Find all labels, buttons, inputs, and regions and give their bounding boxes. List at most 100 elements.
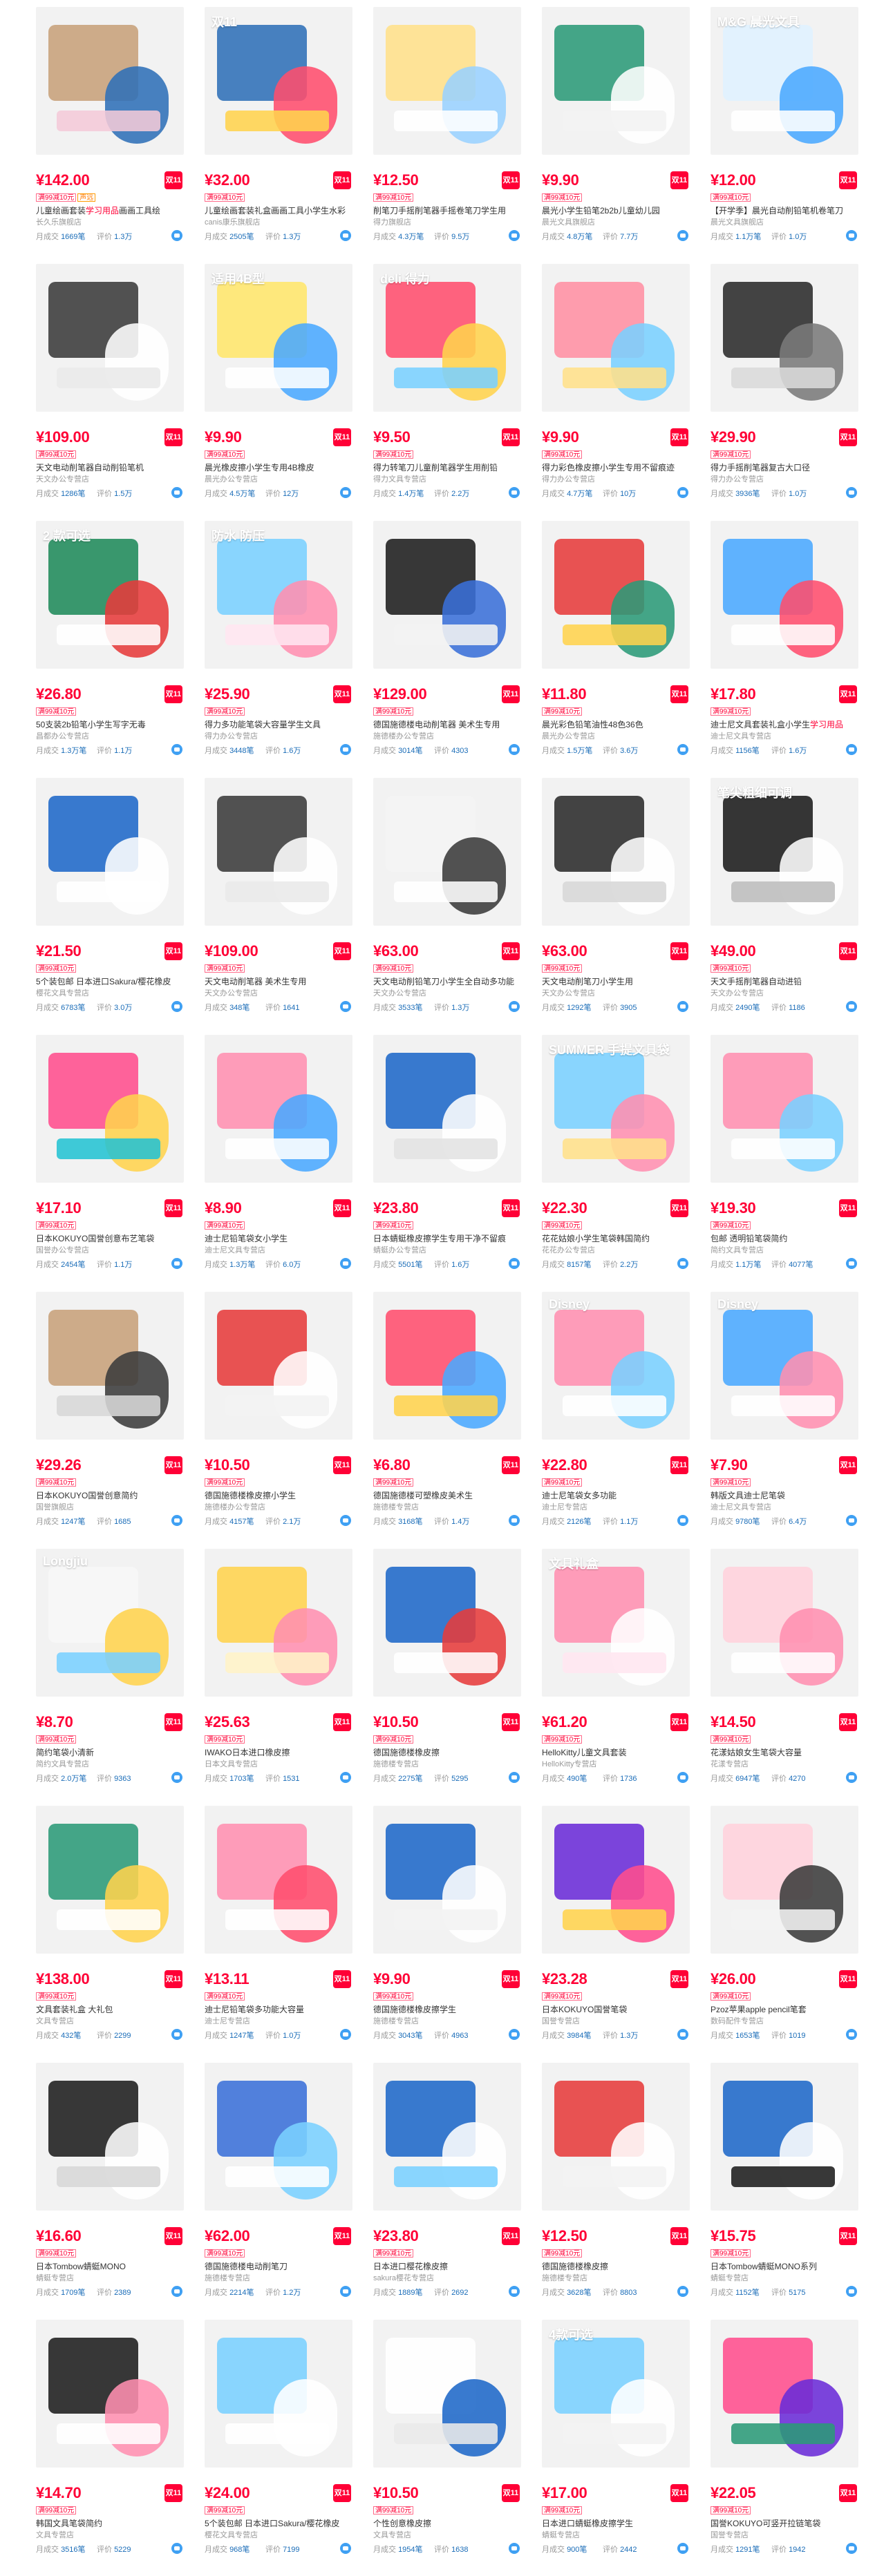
product-image[interactable]: [373, 778, 521, 926]
product-card[interactable]: ¥109.00 双11 满99减10元 天文电动削笔器自动削铅笔机 天文办公专营店 月成交…: [36, 257, 202, 514]
product-title[interactable]: 日本进口蜻蜓橡皮擦学生: [542, 2519, 690, 2529]
shop-name[interactable]: 晨光办公专营店: [542, 732, 690, 741]
product-title[interactable]: 天文电动削铅笔刀小学生全自动多功能: [373, 977, 521, 987]
shop-name[interactable]: 文具专营店: [373, 2530, 521, 2540]
chat-icon[interactable]: [171, 2543, 182, 2554]
product-card[interactable]: ¥109.00 双11 满99减10元 天文电动削笔器 美术生专用 天文办公专营店 月成交…: [205, 771, 370, 1028]
chat-icon[interactable]: [677, 1001, 688, 1012]
chat-icon[interactable]: [340, 2543, 351, 2554]
product-title[interactable]: 50支装2b铅笔小学生写字无毒: [36, 720, 184, 730]
product-image[interactable]: 笔尖粗细可调: [711, 778, 858, 926]
product-title[interactable]: 日本Tombow蜻蜓MONO系列: [711, 2262, 858, 2272]
product-card[interactable]: ¥26.00 双11 满99减10元 Pzoz苹果apple pencil笔套 数码配件…: [711, 1799, 875, 2056]
chat-icon[interactable]: [340, 1515, 351, 1526]
product-title[interactable]: 文具套装礼盒 大礼包: [36, 2005, 184, 2015]
product-title[interactable]: 天文手摇削笔器自动进铅: [711, 977, 858, 987]
shop-name[interactable]: 国誉专营店: [542, 2016, 690, 2026]
product-card[interactable]: ¥10.50 双11 满99减10元 个性创意橡皮擦 文具专营店 月成交 1954笔 评价 …: [373, 2313, 539, 2570]
chat-icon[interactable]: [509, 1001, 520, 1012]
product-title[interactable]: 迪士尼铅笔袋多功能大容量: [205, 2005, 352, 2015]
shop-name[interactable]: 迪士尼文具专营店: [711, 1502, 858, 1512]
product-card[interactable]: SUMMER 手提文具袋 ¥22.30 双11 满99减10元 花花姑娘小学生笔袋韩国简…: [542, 1028, 708, 1285]
product-title[interactable]: 个性创意橡皮擦: [373, 2519, 521, 2529]
product-image[interactable]: [542, 7, 690, 155]
shop-name[interactable]: sakura樱花专营店: [373, 2273, 521, 2283]
product-card[interactable]: ¥12.50 双11 满99减10元 削笔刀手摇削笔器手摇卷笔刀学生用 得力旗舰店 月成交…: [373, 0, 539, 257]
product-card[interactable]: ¥21.50 双11 满99减10元 5个装包邮 日本进口Sakura/樱花橡皮 樱花文…: [36, 771, 202, 1028]
chat-icon[interactable]: [171, 1772, 182, 1783]
shop-name[interactable]: 天文办公专营店: [542, 989, 690, 998]
shop-name[interactable]: 长久乐旗舰店: [36, 218, 184, 227]
product-card[interactable]: ¥23.80 双11 满99减10元 日本蜻蜓橡皮擦学生专用干净不留痕 蜻蜓办公专营店月…: [373, 1028, 539, 1285]
chat-icon[interactable]: [509, 2029, 520, 2040]
chat-icon[interactable]: [846, 744, 857, 755]
shop-name[interactable]: 得力办公专营店: [205, 732, 352, 741]
shop-name[interactable]: 国誉办公专营店: [36, 1246, 184, 1255]
chat-icon[interactable]: [340, 230, 351, 241]
chat-icon[interactable]: [171, 1515, 182, 1526]
shop-name[interactable]: 迪士尼文具专营店: [711, 732, 858, 741]
shop-name[interactable]: 昌都办公专营店: [36, 732, 184, 741]
product-image[interactable]: [36, 2063, 184, 2211]
shop-name[interactable]: 花花办公专营店: [542, 1246, 690, 1255]
product-title[interactable]: 得力手摇削笔器复古大口径: [711, 463, 858, 473]
product-image[interactable]: [373, 2063, 521, 2211]
product-image[interactable]: [711, 521, 858, 669]
product-card[interactable]: 文具礼盒 ¥61.20 双11 满99减10元 HelloKitty儿童文具套装 Hell…: [542, 1542, 708, 1799]
product-title[interactable]: 得力转笔刀儿童削笔器学生用削铅: [373, 463, 521, 473]
chat-icon[interactable]: [677, 1258, 688, 1269]
product-image[interactable]: [205, 2320, 352, 2468]
product-image[interactable]: [205, 1292, 352, 1440]
product-title[interactable]: 德国施德楼橡皮擦小学生: [205, 1491, 352, 1501]
chat-icon[interactable]: [509, 2286, 520, 2297]
product-image[interactable]: M&G 晨光文具: [711, 7, 858, 155]
shop-name[interactable]: 简约文具专营店: [36, 1759, 184, 1769]
shop-name[interactable]: 蜻蜓专营店: [542, 2530, 690, 2540]
shop-name[interactable]: 施德楼专营店: [373, 2016, 521, 2026]
product-title[interactable]: 晨光橡皮擦小学生专用4B橡皮: [205, 463, 352, 473]
shop-name[interactable]: 得力文具专营店: [373, 475, 521, 484]
product-image[interactable]: [542, 521, 690, 669]
product-card[interactable]: ¥12.50 双11 满99减10元 德国施德楼橡皮擦 施德楼专营店 月成交 3628笔评…: [542, 2056, 708, 2313]
product-image[interactable]: [205, 1035, 352, 1183]
product-card[interactable]: 2 款可选 ¥26.80 双11 满99减10元 50支装2b铅笔小学生写字无毒 昌都办公…: [36, 514, 202, 771]
product-card[interactable]: ¥9.90 双11 满99减10元 德国施德楼橡皮擦学生 施德楼专营店 月成交 3043笔…: [373, 1799, 539, 2056]
product-image[interactable]: [711, 2063, 858, 2211]
product-card[interactable]: ¥9.90 双11 满99减10元 得力彩色橡皮擦小学生专用不留痕迹 得力办公专营店 月成…: [542, 257, 708, 514]
shop-name[interactable]: 蜻蜓办公专营店: [373, 1246, 521, 1255]
product-image[interactable]: [373, 1806, 521, 1954]
shop-name[interactable]: 蜻蜓专营店: [36, 2273, 184, 2283]
chat-icon[interactable]: [677, 2029, 688, 2040]
product-title[interactable]: 晨光彩色铅笔油性48色36色: [542, 720, 690, 730]
shop-name[interactable]: 文具专营店: [36, 2530, 184, 2540]
product-image[interactable]: [542, 264, 690, 412]
product-title[interactable]: 包邮 透明铅笔袋简约: [711, 1234, 858, 1244]
shop-name[interactable]: 晨光文具旗舰店: [542, 218, 690, 227]
shop-name[interactable]: 施德楼专营店: [205, 2273, 352, 2283]
shop-name[interactable]: 施德楼专营店: [373, 1759, 521, 1769]
product-card[interactable]: ¥63.00 双11 满99减10元 天文电动削笔刀小学生用 天文办公专营店 月成交 12…: [542, 771, 708, 1028]
chat-icon[interactable]: [677, 230, 688, 241]
product-card[interactable]: Disney ¥7.90 双11 满99减10元 韩版文具迪士尼笔袋 迪士尼文具专营店 月成…: [711, 1285, 875, 1542]
product-image[interactable]: [711, 264, 858, 412]
product-card[interactable]: ¥11.80 双11 满99减10元 晨光彩色铅笔油性48色36色 晨光办公专营店 月成交…: [542, 514, 708, 771]
chat-icon[interactable]: [171, 487, 182, 498]
product-card[interactable]: ¥25.63 双11 满99减10元 IWAKO日本进口橡皮擦 日本文具专营店 月成交 1…: [205, 1542, 370, 1799]
product-card[interactable]: ¥22.05 双11 满99减10元 国誉KOKUYO可竖开拉链笔袋 国誉专营店 月成交 …: [711, 2313, 875, 2570]
shop-name[interactable]: 数码配件专营店: [711, 2016, 858, 2026]
chat-icon[interactable]: [171, 2029, 182, 2040]
shop-name[interactable]: 施德楼专营店: [542, 2273, 690, 2283]
product-card[interactable]: ¥138.00 双11 满99减10元 文具套装礼盒 大礼包 文具专营店 月成交 432笔…: [36, 1799, 202, 2056]
chat-icon[interactable]: [677, 1772, 688, 1783]
product-title[interactable]: 德国施德楼橡皮擦学生: [373, 2005, 521, 2015]
product-card[interactable]: ¥62.00 双11 满99减10元 德国施德楼电动削笔刀 施德楼专营店 月成交 2214…: [205, 2056, 370, 2313]
product-title[interactable]: 韩版文具迪士尼笔袋: [711, 1491, 858, 1501]
shop-name[interactable]: 蜻蜓专营店: [711, 2273, 858, 2283]
product-image[interactable]: 文具礼盒: [542, 1549, 690, 1697]
product-card[interactable]: ¥13.11 双11 满99减10元 迪士尼铅笔袋多功能大容量 迪士尼专营店 月成交 12…: [205, 1799, 370, 2056]
chat-icon[interactable]: [846, 2286, 857, 2297]
product-image[interactable]: [205, 2063, 352, 2211]
product-card[interactable]: Disney ¥22.80 双11 满99减10元 迪士尼笔袋女多功能 迪士尼专营店 月成交…: [542, 1285, 708, 1542]
shop-name[interactable]: 得力办公专营店: [542, 475, 690, 484]
chat-icon[interactable]: [846, 2029, 857, 2040]
